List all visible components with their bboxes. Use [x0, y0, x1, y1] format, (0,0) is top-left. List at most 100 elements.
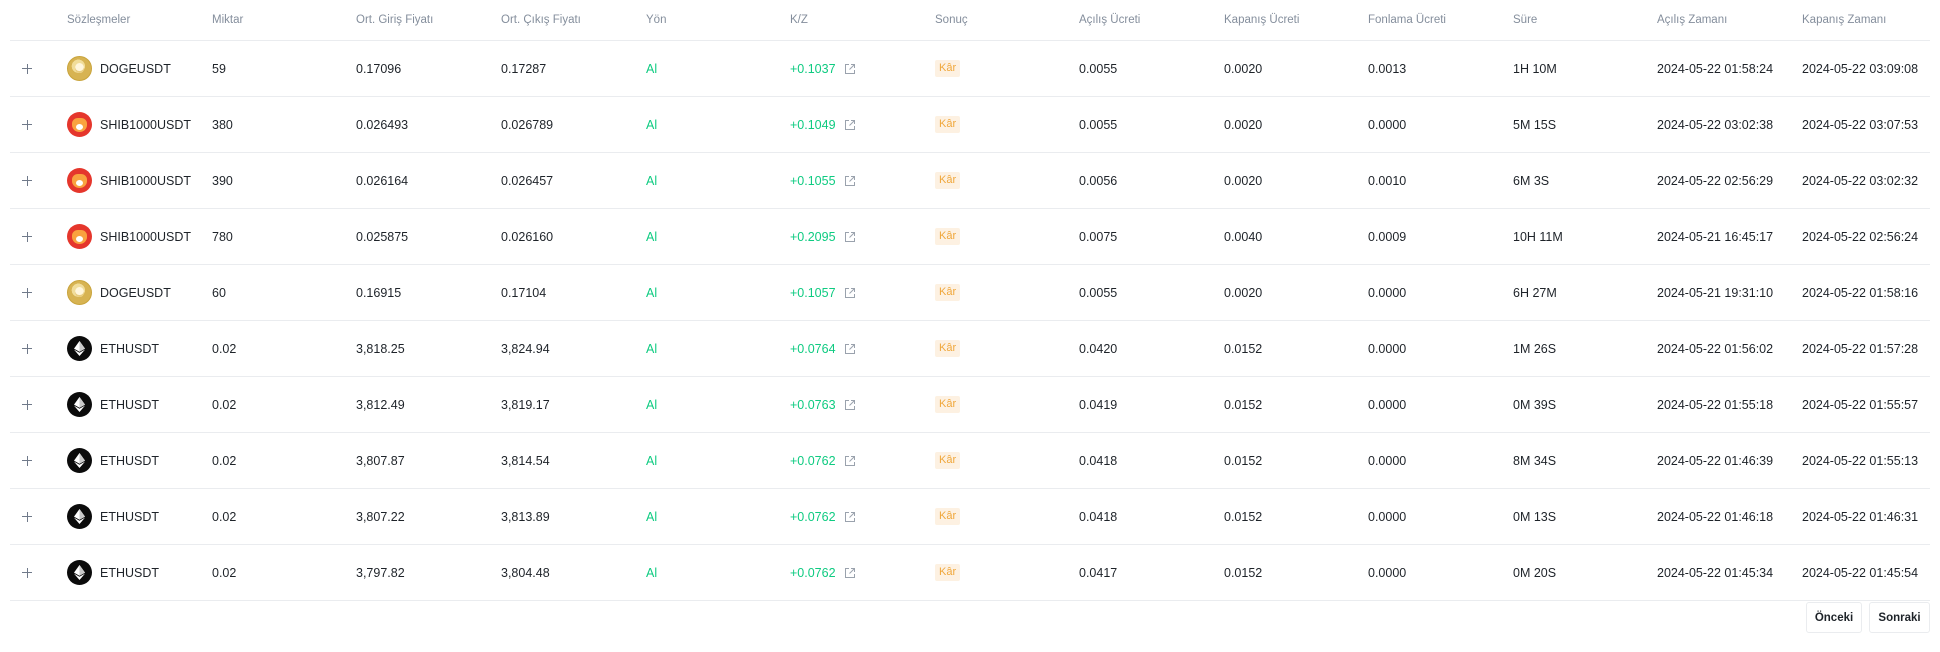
plus-icon[interactable] — [20, 230, 34, 244]
open-time-value: 2024-05-21 16:45:17 — [1657, 229, 1774, 244]
column-header-close-fee: Kapanış Ücreti — [1224, 14, 1300, 26]
share-external-link-icon[interactable] — [844, 287, 856, 299]
contract-cell: ETHUSDT — [67, 545, 159, 600]
close-fee-value: 0.0040 — [1224, 229, 1263, 244]
plus-icon[interactable] — [20, 342, 34, 356]
duration-value: 1M 26S — [1513, 341, 1557, 356]
table-header: Sözleşmeler Miktar Ort. Giriş Fiyatı Ort… — [10, 0, 1930, 41]
expand-cell — [20, 321, 56, 376]
column-header-entry-price: Ort. Giriş Fiyatı — [356, 14, 434, 26]
contract-cell: DOGEUSDT — [67, 265, 171, 320]
close-time-value: 2024-05-22 01:55:57 — [1802, 397, 1919, 412]
share-external-link-icon[interactable] — [844, 399, 856, 411]
result-badge: Kâr — [935, 284, 961, 301]
share-external-link-icon[interactable] — [844, 343, 856, 355]
contract-symbol: ETHUSDT — [100, 397, 160, 412]
column-header-pnl: K/Z — [790, 14, 808, 26]
close-fee-value: 0.0020 — [1224, 285, 1263, 300]
close-time-value: 2024-05-22 01:45:54 — [1802, 565, 1919, 580]
funding-fee-value: 0.0000 — [1368, 565, 1407, 580]
plus-icon[interactable] — [20, 118, 34, 132]
contract-cell: ETHUSDT — [67, 377, 159, 432]
column-header-exit-price: Ort. Çıkış Fiyatı — [501, 14, 581, 26]
entry-price-value: 0.026164 — [356, 173, 409, 188]
plus-icon[interactable] — [20, 174, 34, 188]
contract-cell: ETHUSDT — [67, 489, 159, 544]
qty-value: 59 — [212, 61, 226, 76]
open-fee-value: 0.0075 — [1079, 229, 1118, 244]
pagination: Önceki Sonraki — [1806, 602, 1930, 633]
pnl-cell: +0.0764 — [790, 321, 856, 376]
contract-symbol: ETHUSDT — [100, 453, 160, 468]
funding-fee-value: 0.0000 — [1368, 509, 1407, 524]
contract-symbol: ETHUSDT — [100, 341, 160, 356]
share-external-link-icon[interactable] — [844, 119, 856, 131]
result-badge: Kâr — [935, 116, 961, 133]
result-cell: Kâr — [935, 377, 961, 432]
entry-price-value: 0.026493 — [356, 117, 409, 132]
expand-cell — [20, 265, 56, 320]
result-cell: Kâr — [935, 489, 961, 544]
share-external-link-icon[interactable] — [844, 175, 856, 187]
previous-page-button[interactable]: Önceki — [1806, 602, 1862, 633]
exit-price-value: 0.026160 — [501, 229, 554, 244]
close-time-value: 2024-05-22 03:07:53 — [1802, 117, 1919, 132]
expand-cell — [20, 489, 56, 544]
open-fee-value: 0.0418 — [1079, 509, 1118, 524]
column-header-open-time: Açılış Zamanı — [1657, 14, 1728, 26]
pnl-value: +0.0762 — [790, 453, 836, 468]
result-cell: Kâr — [935, 265, 961, 320]
open-fee-value: 0.0055 — [1079, 117, 1118, 132]
expand-cell — [20, 545, 56, 600]
eth-coin-icon — [67, 336, 92, 361]
close-time-value: 2024-05-22 01:57:28 — [1802, 341, 1919, 356]
exit-price-value: 0.026457 — [501, 173, 554, 188]
next-page-button[interactable]: Sonraki — [1869, 602, 1930, 633]
share-external-link-icon[interactable] — [844, 455, 856, 467]
side-value: Al — [646, 229, 658, 244]
expand-cell — [20, 377, 56, 432]
table-row: ETHUSDT 0.02 3,812.49 3,819.17 Al +0.0763 Kâr 0… — [10, 377, 1930, 433]
table-body: DOGEUSDT 59 0.17096 0.17287 Al +0.1037 Kâr 0.00… — [10, 41, 1930, 601]
pnl-value: +0.0764 — [790, 341, 836, 356]
open-fee-value: 0.0417 — [1079, 565, 1118, 580]
expand-cell — [20, 41, 56, 96]
pnl-value: +0.1049 — [790, 117, 836, 132]
contract-symbol: SHIB1000USDT — [100, 117, 192, 132]
close-fee-value: 0.0020 — [1224, 61, 1263, 76]
open-time-value: 2024-05-21 19:31:10 — [1657, 285, 1774, 300]
share-external-link-icon[interactable] — [844, 231, 856, 243]
open-fee-value: 0.0419 — [1079, 397, 1118, 412]
duration-value: 8M 34S — [1513, 453, 1557, 468]
duration-value: 6H 27M — [1513, 285, 1557, 300]
pnl-cell: +0.2095 — [790, 209, 856, 264]
close-time-value: 2024-05-22 01:46:31 — [1802, 509, 1919, 524]
expand-cell — [20, 209, 56, 264]
plus-icon[interactable] — [20, 398, 34, 412]
open-time-value: 2024-05-22 02:56:29 — [1657, 173, 1774, 188]
shib-coin-icon — [67, 168, 92, 193]
contract-cell: SHIB1000USDT — [67, 209, 191, 264]
plus-icon[interactable] — [20, 566, 34, 580]
plus-icon[interactable] — [20, 286, 34, 300]
plus-icon[interactable] — [20, 454, 34, 468]
entry-price-value: 3,807.87 — [356, 453, 405, 468]
exit-price-value: 3,814.54 — [501, 453, 550, 468]
plus-icon[interactable] — [20, 510, 34, 524]
contract-cell: ETHUSDT — [67, 321, 159, 376]
share-external-link-icon[interactable] — [844, 567, 856, 579]
contract-symbol: DOGEUSDT — [100, 61, 171, 76]
qty-value: 0.02 — [212, 453, 237, 468]
open-time-value: 2024-05-22 01:58:24 — [1657, 61, 1774, 76]
funding-fee-value: 0.0009 — [1368, 229, 1407, 244]
share-external-link-icon[interactable] — [844, 63, 856, 75]
exit-price-value: 3,819.17 — [501, 397, 550, 412]
open-time-value: 2024-05-22 01:46:18 — [1657, 509, 1774, 524]
close-time-value: 2024-05-22 01:55:13 — [1802, 453, 1919, 468]
plus-icon[interactable] — [20, 62, 34, 76]
column-header-contract: Sözleşmeler — [67, 14, 131, 26]
entry-price-value: 3,807.22 — [356, 509, 405, 524]
qty-value: 0.02 — [212, 397, 237, 412]
share-external-link-icon[interactable] — [844, 511, 856, 523]
table-row: SHIB1000USDT 380 0.026493 0.026789 Al +0.1049… — [10, 97, 1930, 153]
